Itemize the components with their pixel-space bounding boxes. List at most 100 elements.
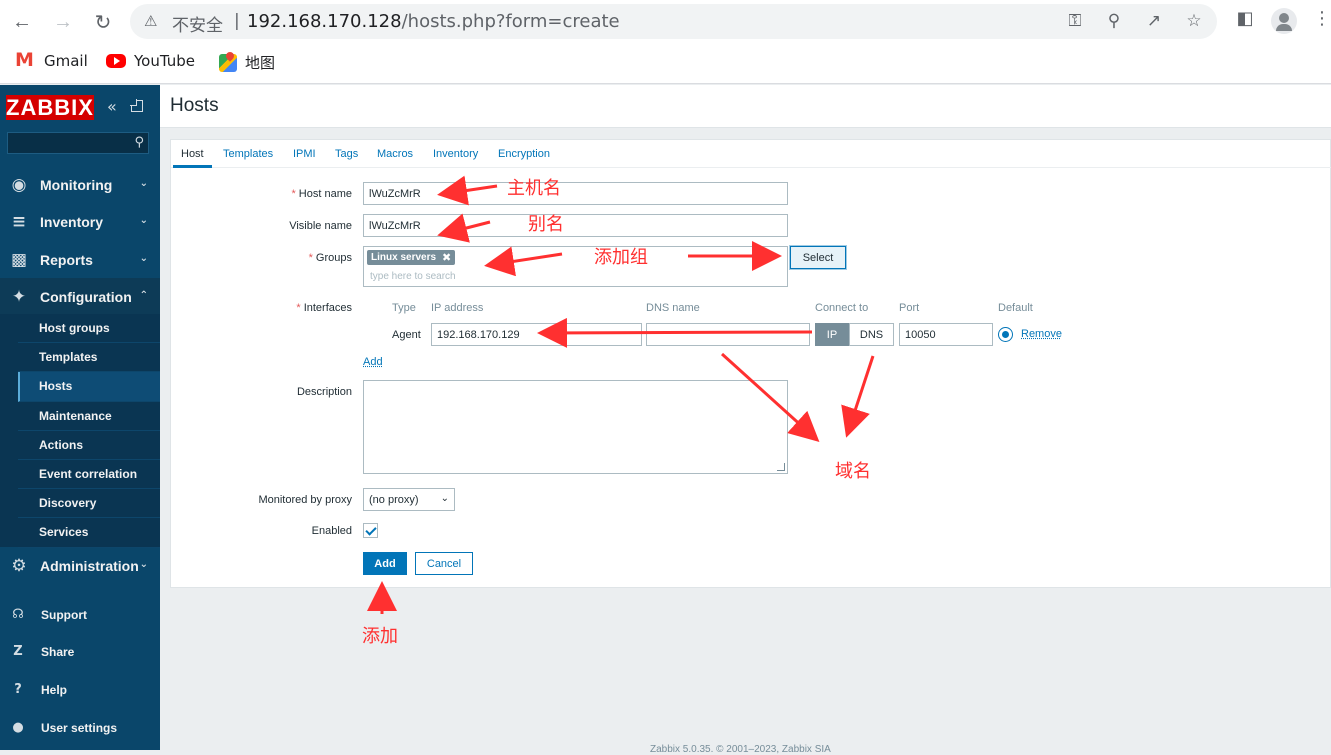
chevron-down-icon: ⌄ <box>139 253 148 264</box>
user-icon: ● <box>12 720 24 735</box>
required-marker: * <box>296 302 301 314</box>
menu-configuration[interactable]: ✦ Configuration ⌃ <box>0 278 160 315</box>
gmail-icon <box>14 49 36 71</box>
menu-label: Monitoring <box>40 176 113 193</box>
cancel-button[interactable]: Cancel <box>415 552 473 575</box>
host-name-input[interactable]: lWuZcMrR <box>363 182 788 205</box>
kiosk-mode-icon[interactable] <box>130 99 143 112</box>
key-icon[interactable]: ⚿ <box>1064 11 1086 33</box>
url-host: 192.168.170.128 <box>247 11 402 32</box>
maps-icon <box>219 53 237 72</box>
dns-name-input[interactable] <box>646 323 810 346</box>
tab-inventory[interactable]: Inventory <box>433 148 478 160</box>
menu-share[interactable]: Z Share <box>0 633 160 670</box>
share-icon[interactable]: ↗ <box>1143 11 1165 33</box>
reload-icon[interactable]: ↻ <box>89 8 117 36</box>
bookmark-maps[interactable]: 地图 <box>219 52 275 73</box>
url-text: 192.168.170.128/hosts.php?form=create <box>247 11 620 32</box>
enabled-label: Enabled <box>311 525 352 537</box>
chevron-down-icon: ⌄ <box>139 559 148 570</box>
menu-inventory[interactable]: ≡ Inventory ⌄ <box>0 203 160 240</box>
tab-macros[interactable]: Macros <box>377 148 413 160</box>
chevron-down-icon: ⌄ <box>139 215 148 226</box>
annotation-host-name: 主机名 <box>507 178 561 199</box>
submenu-templates[interactable]: Templates <box>18 343 160 373</box>
add-button[interactable]: Add <box>363 552 407 575</box>
main-content: Hosts Host Templates IPMI Tags Macros In… <box>160 85 1331 755</box>
ip-address-input[interactable]: 192.168.170.129 <box>431 323 642 346</box>
menu-reports[interactable]: ▩ Reports ⌄ <box>0 241 160 278</box>
enabled-checkbox[interactable] <box>363 523 378 538</box>
zabbix-logo[interactable]: ZABBIX <box>6 95 94 120</box>
host-form: Host Templates IPMI Tags Macros Inventor… <box>170 139 1331 588</box>
submenu-services[interactable]: Services <box>18 518 160 548</box>
submenu-discovery[interactable]: Discovery <box>18 489 160 519</box>
address-separator: | <box>234 11 240 31</box>
visible-name-input[interactable]: lWuZcMrR <box>363 214 788 237</box>
tab-ipmi[interactable]: IPMI <box>293 148 316 160</box>
description-label: Description <box>296 386 352 398</box>
interface-header-default: Default <box>998 302 1033 314</box>
sidebar: ZABBIX « ⚲ ◉ Monitoring ⌄ ≡ Inventory ⌄ … <box>0 85 160 750</box>
menu-dots-icon[interactable]: ⋮ <box>1313 8 1331 34</box>
remove-chip-icon[interactable]: ✖ <box>442 251 451 264</box>
youtube-icon <box>106 54 126 68</box>
annotation-domain-name: 域名 <box>835 461 871 482</box>
menu-support[interactable]: ☊ Support <box>0 596 160 633</box>
bookmark-youtube[interactable]: YouTube <box>106 52 195 70</box>
tab-encryption[interactable]: Encryption <box>498 148 550 160</box>
share-z-icon: Z <box>13 644 23 659</box>
label-text: Host name <box>298 188 352 200</box>
bookmark-star-icon[interactable]: ☆ <box>1183 11 1205 33</box>
resize-grip-icon[interactable] <box>777 463 785 471</box>
annotation-add: 添加 <box>362 626 398 647</box>
bookmark-gmail[interactable]: Gmail <box>14 49 88 71</box>
menu-administration[interactable]: ⚙ Administration ⌄ <box>0 547 160 584</box>
back-arrow-icon[interactable]: ← <box>8 8 36 36</box>
eye-icon: ◉ <box>11 174 27 195</box>
default-interface-radio[interactable] <box>998 327 1013 342</box>
tab-tags[interactable]: Tags <box>335 148 358 160</box>
menu-label: Inventory <box>40 213 104 230</box>
bookmarks-bar: Gmail YouTube 地图 <box>0 43 1331 84</box>
page-header: Hosts <box>160 85 1331 128</box>
address-bar[interactable]: ⚠ 不安全 | 192.168.170.128/hosts.php?form=c… <box>130 4 1217 39</box>
submenu-host-groups[interactable]: Host groups <box>18 314 160 344</box>
port-input[interactable]: 10050 <box>899 323 993 346</box>
headset-icon: ☊ <box>12 607 24 622</box>
bar-chart-icon: ▩ <box>10 249 28 270</box>
collapse-sidebar-icon[interactable]: « <box>107 97 117 116</box>
tab-templates[interactable]: Templates <box>223 148 273 160</box>
forward-arrow-icon[interactable]: → <box>49 8 77 36</box>
side-panel-icon[interactable]: ◧ <box>1232 8 1258 34</box>
groups-multiselect[interactable]: Linux servers ✖ type here to search <box>363 246 788 287</box>
proxy-value: (no proxy) <box>369 494 419 506</box>
annotation-add-group: 添加组 <box>594 247 648 268</box>
description-textarea[interactable] <box>363 380 788 474</box>
bookmark-label: 地图 <box>245 54 276 72</box>
add-interface-link[interactable]: Add <box>363 356 383 368</box>
profile-avatar[interactable] <box>1271 8 1297 34</box>
submenu-indent <box>0 314 18 547</box>
submenu-hosts[interactable]: Hosts <box>18 372 160 402</box>
remove-interface-link[interactable]: Remove <box>1021 328 1062 340</box>
menu-user-settings[interactable]: ● User settings <box>0 709 160 746</box>
chevron-down-icon: ⌄ <box>139 178 148 189</box>
submenu-event-correlation[interactable]: Event correlation <box>18 459 160 490</box>
tab-host[interactable]: Host <box>181 148 204 160</box>
connect-ip-toggle[interactable]: IP <box>815 323 849 346</box>
sidebar-search-input[interactable]: ⚲ <box>7 132 149 154</box>
select-groups-button[interactable]: Select <box>790 246 846 269</box>
host-name-label: * Host name <box>292 188 352 200</box>
menu-help[interactable]: ? Help <box>0 671 160 708</box>
interfaces-label: * Interfaces <box>296 302 352 314</box>
proxy-select[interactable]: (no proxy) ⌄ <box>363 488 455 511</box>
search-icon[interactable]: ⚲ <box>134 135 144 150</box>
connect-dns-toggle[interactable]: DNS <box>849 323 894 346</box>
groups-search-placeholder[interactable]: type here to search <box>370 271 456 282</box>
submenu-actions[interactable]: Actions <box>18 430 160 460</box>
bookmark-label: Gmail <box>44 52 88 70</box>
submenu-maintenance[interactable]: Maintenance <box>18 401 160 431</box>
menu-monitoring[interactable]: ◉ Monitoring ⌄ <box>0 166 160 203</box>
zoom-icon[interactable]: ⚲ <box>1103 11 1125 33</box>
